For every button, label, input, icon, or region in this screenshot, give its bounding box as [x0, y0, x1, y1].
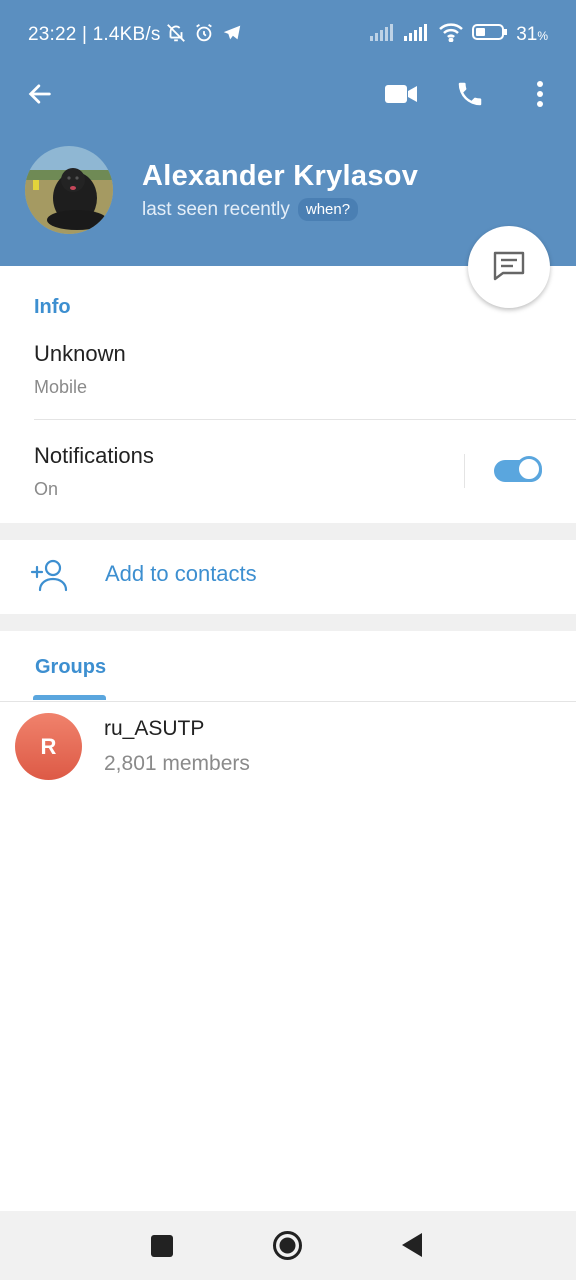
phone-label: Mobile [34, 377, 88, 397]
video-call-button[interactable] [377, 72, 425, 120]
profile-avatar[interactable] [25, 146, 113, 234]
section-gap [0, 614, 576, 631]
battery-level: 31% [516, 23, 548, 45]
message-icon [491, 248, 527, 287]
list-item[interactable]: R ru_ASUTP 2,801 members [0, 702, 576, 792]
video-call-icon [384, 82, 418, 111]
group-members: 2,801 members [104, 752, 250, 775]
group-avatar: R [15, 713, 82, 780]
tab-indicator [33, 695, 106, 700]
back-triangle-icon[interactable] [401, 1232, 423, 1263]
last-seen-status: last seen recently when? [142, 198, 359, 221]
send-message-button[interactable] [468, 226, 550, 308]
notifications-toggle[interactable] [494, 456, 546, 486]
back-button[interactable] [16, 72, 64, 120]
more-vert-icon [535, 80, 545, 113]
status-left-icons [165, 22, 243, 49]
status-time: 23:22 | 1.4KB/s [28, 24, 161, 45]
when-badge[interactable]: when? [297, 198, 359, 221]
more-options-button[interactable] [516, 72, 564, 120]
wifi-icon [438, 22, 464, 47]
telegram-icon [221, 22, 243, 49]
profile-header: 23:22 | 1.4KB/s 31% Alexander Krylasov l… [0, 0, 576, 266]
vertical-divider [464, 454, 465, 488]
add-to-contacts-row[interactable] [0, 540, 576, 614]
phone-call-button[interactable] [446, 72, 494, 120]
signal-icon [370, 23, 396, 46]
system-navigation-bar [0, 1211, 576, 1280]
alarm-icon [193, 22, 215, 49]
toggle-knob [516, 456, 542, 482]
battery-icon [472, 23, 508, 46]
add-to-contacts-label: Add to contacts [105, 561, 257, 586]
add-person-icon [30, 558, 68, 597]
bell-off-icon [165, 22, 187, 49]
signal-icon [404, 23, 430, 46]
status-right-icons: 31% [370, 22, 548, 47]
status-bar: 23:22 | 1.4KB/s 31% [0, 0, 576, 72]
group-name: ru_ASUTP [104, 717, 205, 740]
info-section-title: Info [34, 296, 71, 318]
tab-groups[interactable]: Groups [35, 656, 106, 679]
phone-value: Unknown [34, 341, 126, 366]
notifications-state: On [34, 479, 59, 499]
last-seen-text: last seen recently [142, 198, 290, 220]
divider [34, 419, 576, 420]
notifications-title: Notifications [34, 443, 154, 468]
phone-icon [455, 79, 485, 114]
home-circle-icon[interactable] [272, 1230, 303, 1266]
section-gap [0, 523, 576, 540]
back-arrow-icon [26, 80, 54, 113]
profile-name: Alexander Krylasov [142, 160, 419, 192]
recents-square-icon[interactable] [150, 1234, 174, 1263]
